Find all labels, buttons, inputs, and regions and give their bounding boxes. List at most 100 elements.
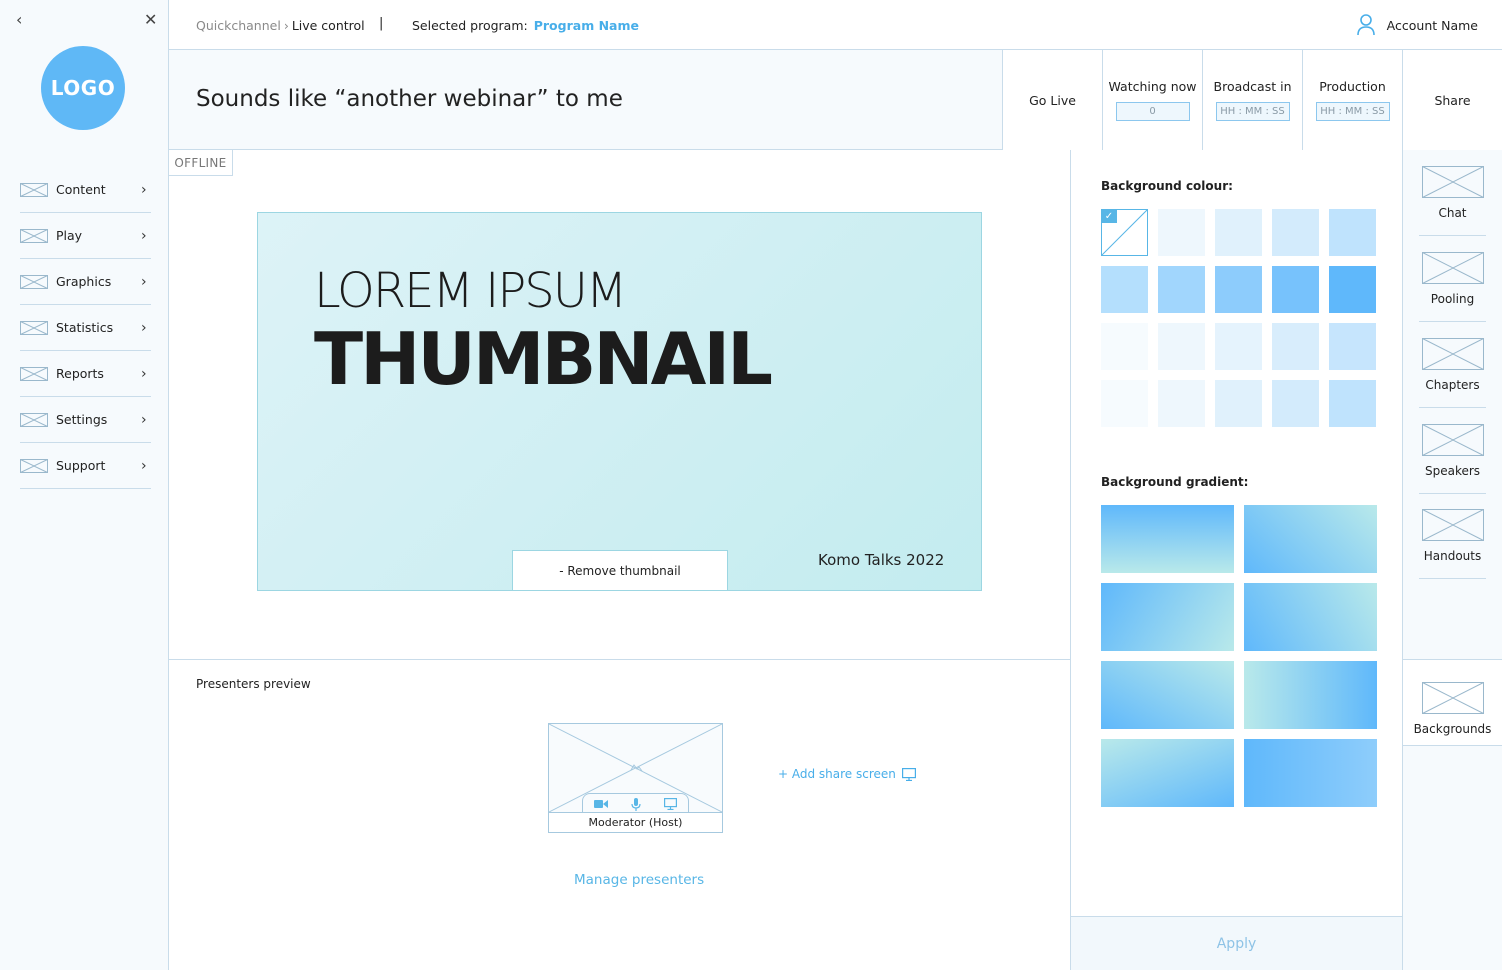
go-live-button[interactable]: Go Live	[1002, 50, 1102, 150]
colour-swatch[interactable]	[1101, 380, 1148, 427]
production-cell: Production HH : MM : SS	[1302, 50, 1402, 150]
sidebar-item-label: Graphics	[56, 274, 112, 289]
share-label: Share	[1434, 92, 1471, 108]
image-placeholder-icon	[1421, 424, 1484, 456]
gradient-swatch[interactable]	[1101, 739, 1234, 807]
production-label: Production	[1319, 79, 1386, 94]
sidebar: ‹ ✕ LOGO Content › Play › Graphics › Sta…	[0, 0, 169, 970]
rail-item-backgrounds[interactable]: Backgrounds	[1403, 659, 1502, 746]
watching-now-cell: Watching now 0	[1102, 50, 1202, 150]
colour-swatch[interactable]	[1272, 266, 1319, 313]
image-placeholder-icon	[20, 458, 48, 473]
screen-share-icon[interactable]	[663, 798, 677, 810]
go-live-label: Go Live	[1029, 92, 1076, 108]
camera-icon[interactable]	[594, 799, 609, 809]
colour-swatch[interactable]	[1101, 323, 1148, 370]
colour-swatch[interactable]	[1329, 323, 1376, 370]
apply-button[interactable]: Apply	[1071, 916, 1402, 970]
close-icon[interactable]: ✕	[144, 10, 157, 29]
top-bar: Quickchannel › Live control | Selected pro…	[169, 0, 1502, 50]
chevron-right-icon: ›	[141, 457, 147, 474]
colour-swatch[interactable]	[1158, 266, 1205, 313]
rail-item-chat[interactable]: Chat	[1419, 166, 1486, 236]
image-placeholder-icon	[20, 182, 48, 197]
gradient-swatch[interactable]	[1101, 505, 1234, 573]
chevron-right-icon: ›	[141, 273, 147, 290]
check-icon: ✓	[1101, 209, 1117, 223]
colour-swatch[interactable]	[1272, 323, 1319, 370]
user-icon	[1356, 14, 1375, 36]
image-placeholder-icon	[1421, 166, 1484, 198]
colour-swatch[interactable]	[1215, 266, 1262, 313]
colour-swatch[interactable]: ✓	[1101, 209, 1148, 256]
rail-item-handouts[interactable]: Handouts	[1419, 509, 1486, 579]
sidebar-item-label: Content	[56, 182, 106, 197]
sidebar-item-label: Statistics	[56, 320, 114, 335]
breadcrumb: Quickchannel › Live control	[196, 18, 365, 33]
sidebar-item-play[interactable]: Play ›	[20, 213, 151, 259]
presenter-name: Moderator (Host)	[549, 812, 722, 832]
rail-item-label: Pooling	[1430, 292, 1475, 306]
colour-swatch[interactable]	[1272, 209, 1319, 256]
gradient-swatch[interactable]	[1244, 583, 1377, 651]
account-menu[interactable]: Account Name	[1356, 14, 1478, 36]
sidebar-item-support[interactable]: Support ›	[20, 443, 151, 489]
manage-presenters-link[interactable]: Manage presenters	[574, 872, 704, 888]
logo: LOGO	[41, 46, 125, 130]
breadcrumb-root[interactable]: Quickchannel	[196, 18, 281, 33]
gradient-swatch[interactable]	[1244, 739, 1377, 807]
presenter-controls	[582, 793, 689, 814]
colour-swatch[interactable]	[1158, 380, 1205, 427]
colour-swatch[interactable]	[1101, 266, 1148, 313]
rail-item-label: Chat	[1438, 206, 1467, 220]
rail-item-label: Handouts	[1423, 549, 1482, 563]
colour-swatch[interactable]	[1158, 323, 1205, 370]
program-header: Sounds like “another webinar” to me Go L…	[169, 50, 1502, 150]
gradient-swatch[interactable]	[1101, 661, 1234, 729]
production-timer[interactable]: HH : MM : SS	[1315, 102, 1390, 121]
rail-item-label: Chapters	[1425, 378, 1480, 392]
sidebar-item-settings[interactable]: Settings ›	[20, 397, 151, 443]
sidebar-item-label: Settings	[56, 412, 108, 427]
chevron-right-icon: ›	[141, 365, 147, 382]
colour-swatch[interactable]	[1329, 209, 1376, 256]
colour-swatch[interactable]	[1215, 323, 1262, 370]
program-name-link[interactable]: Program Name	[534, 18, 639, 33]
microphone-icon[interactable]	[631, 797, 641, 811]
gradient-swatch[interactable]	[1244, 505, 1377, 573]
image-placeholder-icon	[20, 274, 48, 289]
colour-swatch[interactable]	[1215, 380, 1262, 427]
chevron-right-icon: ›	[141, 411, 147, 428]
rail-item-label: Speakers	[1424, 464, 1481, 478]
broadcast-in-timer[interactable]: HH : MM : SS	[1215, 102, 1290, 121]
thumbnail-preview: LOREM IPSUM THUMBNAIL Komo Talks 2022 - …	[257, 212, 982, 591]
image-placeholder-icon	[1421, 509, 1484, 541]
page-title: Sounds like “another webinar” to me	[196, 86, 623, 112]
colour-swatch[interactable]	[1215, 209, 1262, 256]
thumbnail-event-name: Komo Talks 2022	[818, 551, 945, 569]
sidebar-item-reports[interactable]: Reports ›	[20, 351, 151, 397]
background-gradient-label: Background gradient:	[1101, 475, 1249, 489]
gradient-swatch[interactable]	[1244, 661, 1377, 729]
collapse-back-icon[interactable]: ‹	[16, 10, 22, 29]
watching-now-value: 0	[1115, 102, 1190, 121]
rail-item-pooling[interactable]: Pooling	[1419, 252, 1486, 322]
add-share-screen-link[interactable]: + Add share screen	[778, 767, 916, 781]
chevron-right-icon: ›	[141, 181, 147, 198]
sidebar-item-label: Play	[56, 228, 83, 243]
colour-swatch[interactable]	[1158, 209, 1205, 256]
sidebar-item-content[interactable]: Content ›	[20, 167, 151, 213]
colour-swatch[interactable]	[1272, 380, 1319, 427]
presenter-card[interactable]: Moderator (Host)	[548, 723, 723, 833]
sidebar-item-graphics[interactable]: Graphics ›	[20, 259, 151, 305]
account-name: Account Name	[1386, 17, 1478, 33]
colour-swatch[interactable]	[1329, 380, 1376, 427]
gradient-swatch[interactable]	[1101, 583, 1234, 651]
sidebar-item-statistics[interactable]: Statistics ›	[20, 305, 151, 351]
colour-swatch[interactable]	[1329, 266, 1376, 313]
chevron-right-icon: ›	[141, 319, 147, 336]
rail-item-chapters[interactable]: Chapters	[1419, 338, 1486, 408]
remove-thumbnail-button[interactable]: - Remove thumbnail	[512, 550, 728, 591]
rail-item-speakers[interactable]: Speakers	[1419, 424, 1486, 494]
share-button[interactable]: Share	[1402, 50, 1502, 150]
